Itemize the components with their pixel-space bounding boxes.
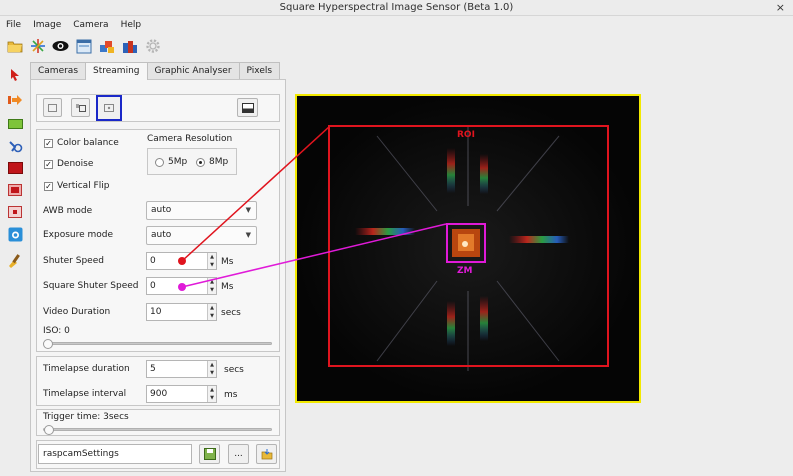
square-shutter-zm-connector	[181, 223, 447, 288]
shutter-marker-dot	[178, 257, 186, 265]
square-shutter-marker-dot	[178, 283, 186, 291]
tab-streaming[interactable]: Streaming	[85, 62, 148, 80]
shutter-roi-connector	[181, 125, 331, 262]
